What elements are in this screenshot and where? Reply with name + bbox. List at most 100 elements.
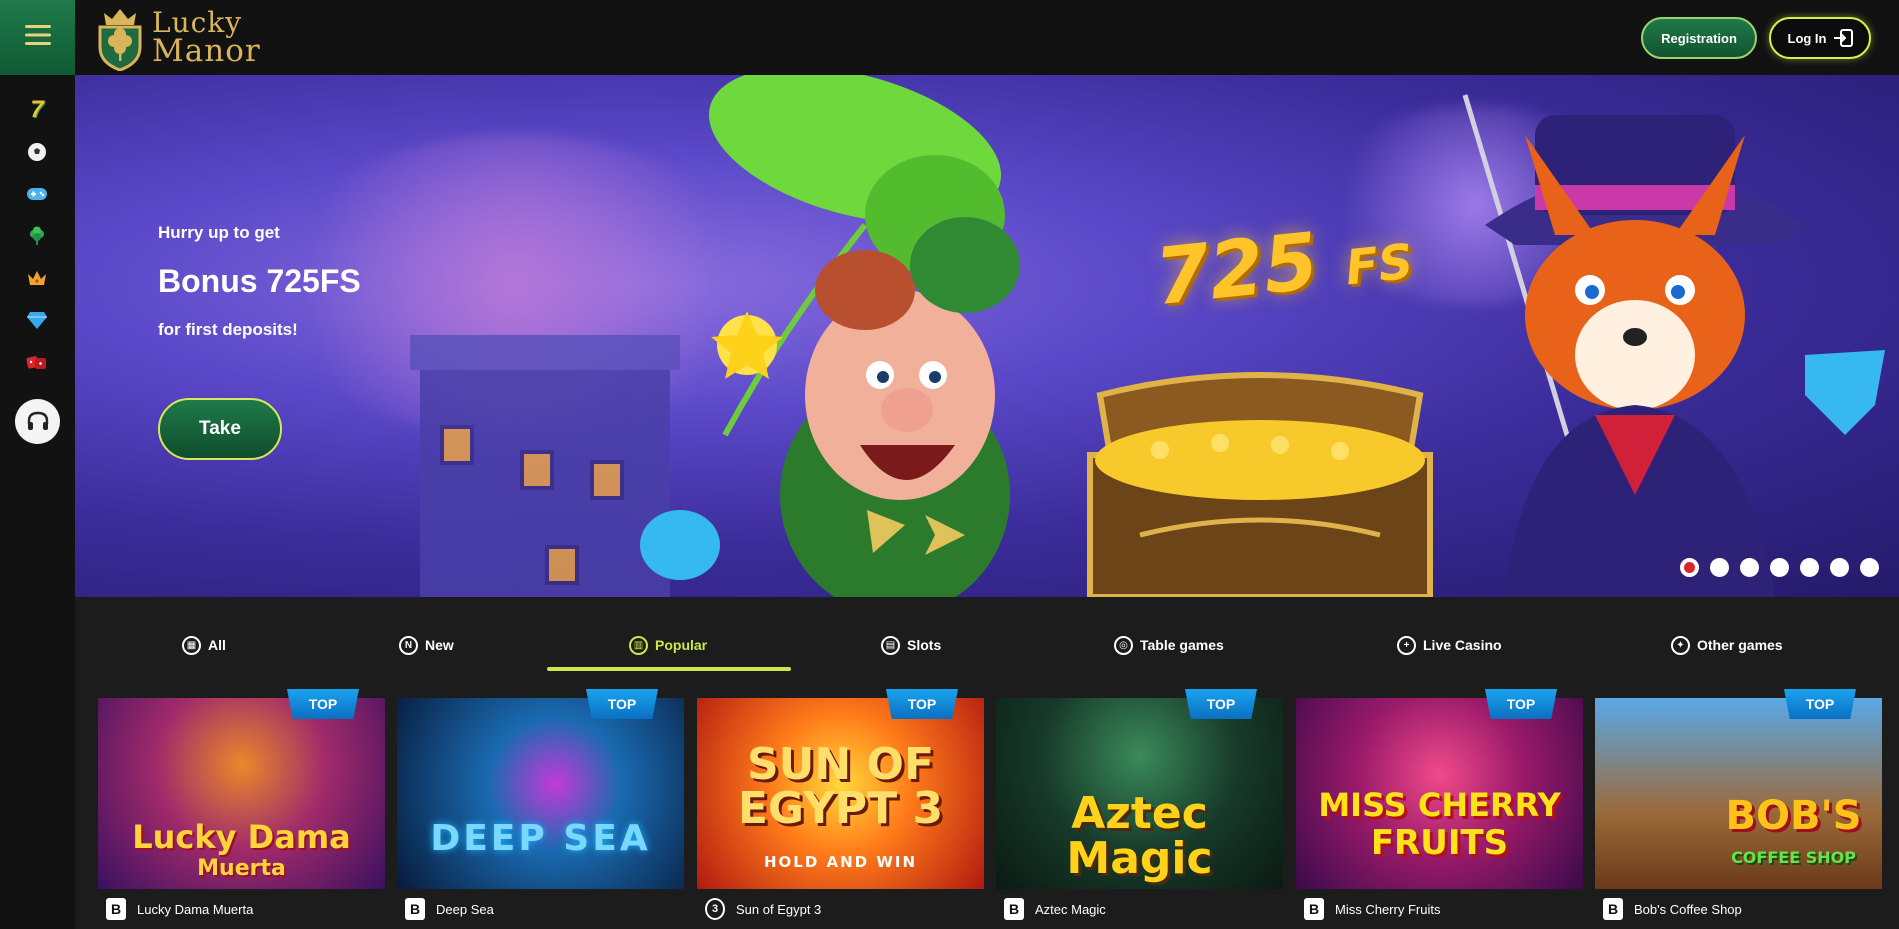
game-thumbnail[interactable]: BOB'S COFFEE SHOP	[1595, 698, 1882, 889]
carousel-dot[interactable]	[1770, 558, 1789, 577]
top-badge: TOP	[1485, 689, 1557, 719]
game-meta: B Aztec Magic	[996, 889, 1283, 929]
treasure-chest-illustration	[1087, 372, 1433, 597]
sidebar-item-lucky[interactable]	[22, 221, 52, 251]
headset-icon	[27, 411, 48, 430]
grid-icon: ▦	[182, 635, 201, 655]
carousel-dot[interactable]	[1800, 558, 1819, 577]
support-button[interactable]	[15, 399, 60, 444]
game-meta: 3 Sun of Egypt 3	[697, 889, 984, 929]
sidebar-item-games[interactable]	[22, 179, 52, 209]
popular-icon: ▥	[629, 635, 648, 655]
tab-other-games[interactable]: ✦ Other games	[1671, 634, 1783, 656]
game-art-subtitle: HOLD AND WIN	[763, 853, 918, 871]
game-meta: B Miss Cherry Fruits	[1296, 889, 1583, 929]
banner-subtitle: Hurry up to get	[158, 223, 280, 242]
game-thumbnail[interactable]: Lucky Dama Muerta	[98, 698, 385, 889]
tab-label: Slots	[907, 637, 942, 653]
tab-table-games[interactable]: ◎ Table games	[1114, 634, 1224, 656]
login-arrow-icon	[1833, 29, 1853, 47]
game-card[interactable]: SUN OF EGYPT 3 HOLD AND WIN TOP 3 Sun of…	[697, 689, 984, 929]
category-tabs: ▦ All N New ▥ Popular ▤ Slots ◎ Table ga…	[75, 597, 1899, 675]
game-card[interactable]: Aztec Magic TOP B Aztec Magic	[996, 689, 1283, 929]
tab-live-casino[interactable]: + Live Casino	[1397, 634, 1502, 656]
banner-text: Hurry up to get Bonus 725FS for first de…	[158, 223, 361, 340]
fox-illustration	[1462, 94, 1885, 597]
game-name: Aztec Magic	[1035, 901, 1106, 917]
menu-button[interactable]	[0, 0, 75, 75]
game-thumbnail[interactable]: MISS CHERRY FRUITS	[1296, 698, 1583, 889]
slots-icon: ▤	[881, 635, 900, 655]
game-card[interactable]: MISS CHERRY FRUITS TOP B Miss Cherry Fru…	[1296, 689, 1583, 929]
game-art-subtitle: Muerta	[197, 856, 286, 881]
new-icon: N	[399, 635, 418, 655]
top-badge: TOP	[586, 689, 658, 719]
carousel-dot[interactable]	[1740, 558, 1759, 577]
hamburger-icon	[24, 25, 51, 50]
clover-shield-icon	[98, 9, 142, 71]
sidebar-item-jackpot[interactable]	[22, 305, 52, 335]
provider-icon: B	[1603, 898, 1623, 920]
sidebar-item-sports[interactable]	[22, 137, 52, 167]
crown-icon	[28, 271, 46, 285]
promo-banner[interactable]: Hurry up to get Bonus 725FS for first de…	[75, 75, 1899, 597]
top-badge: TOP	[1185, 689, 1257, 719]
tab-new[interactable]: N New	[399, 634, 454, 656]
diamond-icon	[27, 312, 47, 329]
sidebar-item-vip[interactable]	[22, 263, 52, 293]
game-meta: B Bob's Coffee Shop	[1595, 889, 1882, 929]
fs-art-number: 725	[1151, 216, 1323, 324]
live-casino-icon: +	[1397, 635, 1416, 655]
sidebar-item-slots[interactable]: 7	[22, 95, 52, 125]
game-name: Deep Sea	[436, 901, 494, 917]
logo-line-2: Manor	[152, 32, 261, 69]
tab-slots[interactable]: ▤ Slots	[881, 634, 941, 656]
provider-icon: 3	[705, 898, 725, 920]
top-badge: TOP	[287, 689, 359, 719]
game-art-title: DEEP SEA	[430, 818, 651, 859]
game-card[interactable]: Lucky Dama Muerta TOP B Lucky Dama Muert…	[98, 689, 385, 929]
carousel-dot[interactable]	[1830, 558, 1849, 577]
login-button[interactable]: Log In	[1769, 17, 1871, 59]
carousel-dot[interactable]	[1860, 558, 1879, 577]
game-art-title: Lucky Dama	[132, 818, 351, 856]
sidebar-item-dice[interactable]	[22, 347, 52, 377]
window	[440, 425, 474, 465]
game-name: Bob's Coffee Shop	[1634, 901, 1742, 917]
active-tab-indicator	[547, 667, 791, 671]
game-name: Miss Cherry Fruits	[1335, 901, 1441, 917]
soccer-ball-icon	[28, 143, 46, 161]
tab-popular[interactable]: ▥ Popular	[629, 634, 707, 656]
game-art-title: SUN OF EGYPT 3	[737, 739, 944, 834]
game-thumbnail[interactable]: Aztec Magic	[996, 698, 1283, 889]
provider-icon: B	[1304, 898, 1324, 920]
house-illustration	[410, 335, 680, 597]
tab-label: All	[208, 637, 226, 653]
carousel-dot[interactable]	[1680, 558, 1699, 577]
game-art	[397, 698, 684, 889]
game-card[interactable]: BOB'S COFFEE SHOP TOP B Bob's Coffee Sho…	[1595, 689, 1882, 929]
game-thumbnail[interactable]: SUN OF EGYPT 3 HOLD AND WIN	[697, 698, 984, 889]
take-bonus-button[interactable]: Take	[158, 398, 282, 460]
tab-label: Live Casino	[1423, 637, 1502, 653]
other-games-icon: ✦	[1671, 635, 1690, 655]
registration-button[interactable]: Registration	[1641, 17, 1757, 59]
gamepad-icon	[27, 188, 47, 200]
tab-label: New	[425, 637, 454, 653]
tab-label: Table games	[1140, 637, 1224, 653]
provider-icon: B	[405, 898, 425, 920]
provider-icon: B	[106, 898, 126, 920]
game-art-title: MISS CHERRY	[1318, 786, 1561, 824]
login-label: Log In	[1787, 30, 1827, 46]
tab-all[interactable]: ▦ All	[182, 634, 226, 656]
carousel-dot[interactable]	[1710, 558, 1729, 577]
game-name: Lucky Dama Muerta	[137, 901, 254, 917]
tab-label: Other games	[1697, 637, 1783, 653]
logo[interactable]: Lucky Manor	[96, 2, 261, 74]
game-art-title: Aztec	[1071, 788, 1208, 839]
game-card[interactable]: DEEP SEA TOP B Deep Sea	[397, 689, 684, 929]
game-thumbnail[interactable]: DEEP SEA	[397, 698, 684, 889]
game-art-subtitle: Magic	[1066, 833, 1213, 884]
table-games-icon: ◎	[1114, 635, 1133, 655]
window	[590, 460, 624, 500]
